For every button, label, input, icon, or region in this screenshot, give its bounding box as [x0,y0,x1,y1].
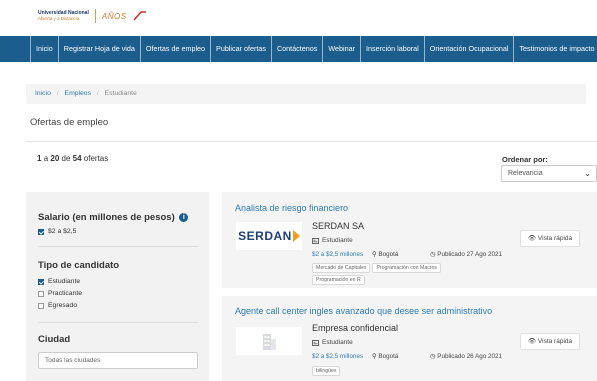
results-from: 1 [37,154,42,163]
sort-label: Ordenar por: [502,155,548,164]
nav-registrar-hoja-de-vida[interactable]: Registrar Hoja de vida [59,36,141,62]
breadcrumb-jobs-link[interactable]: Empleos [65,90,91,97]
job-title-link[interactable]: Analista de riesgo financiero [235,203,348,213]
filters-sidebar: Salario (en millones de pesos) i $2 a $2… [26,192,209,381]
filter-salary-title: Salario (en millones de pesos) i [38,212,189,223]
sort-select[interactable]: Relevancia ⌄ [501,165,597,182]
job-meta: $2 a $2,5 millones ⚲ Bogotá ◷ Publicado … [312,251,502,258]
company-name: SERDAN SA [312,221,365,231]
breadcrumb-current: Estudiante [104,90,137,97]
checkbox-checked-icon[interactable] [38,228,44,235]
nav-inicio[interactable]: Inicio [30,36,59,62]
filter-divider [38,322,198,323]
info-icon[interactable]: i [179,213,189,222]
nav-insercion-laboral[interactable]: Inserción laboral [361,36,425,62]
company-logo[interactable]: SERDAN [236,222,302,250]
results-total: 54 [72,154,82,163]
skill-tag[interactable]: bilingües [312,366,341,376]
job-meta: $2 a $2,5 millones ⚲ Bogotá ◷ Publicado … [312,353,502,360]
job-location: ⚲ Bogotá [372,251,399,258]
nav-webinar[interactable]: Webinar [323,36,361,62]
clock-icon: ◷ [430,251,436,258]
breadcrumb-separator: / [96,90,99,97]
job-tags: bilingües [312,366,487,376]
logo-swoosh-icon [132,11,147,21]
job-salary: $2 a $2,5 millones [312,251,364,258]
serdan-logo-text: SERDAN [238,229,292,243]
skill-tag[interactable]: Programación en R [312,275,365,285]
id-card-icon [312,237,319,244]
checkbox-icon[interactable] [38,290,44,297]
nav-ofertas-de-empleo[interactable]: Ofertas de empleo [141,36,212,62]
job-location: ⚲ Bogotá [372,353,399,360]
location-pin-icon: ⚲ [372,353,377,360]
quick-view-button[interactable]: 👁 Vista rápida [520,333,580,350]
candidate-level: Estudiante [312,237,353,244]
company-logo[interactable] [236,327,302,355]
sort-selected-value: Relevancia [508,170,543,177]
nav-orientacion-ocupacional[interactable]: Orientación Ocupacional [425,36,515,62]
eye-icon: 👁 [527,338,537,345]
serdan-arrow-icon [292,230,300,242]
results-count: 1 a 20 de 54 ofertas [37,154,108,163]
logo-divider [94,9,96,23]
results-to: 20 [50,154,60,163]
logo-line-2: Abierta y a Distancia [38,15,80,21]
results-a-word: a [43,154,49,163]
nav-contactenos[interactable]: Contáctenos [272,36,324,62]
location-pin-icon: ⚲ [372,251,377,258]
skill-tag[interactable]: Programación con Macros [372,263,442,273]
checkbox-checked-icon[interactable] [38,278,44,285]
job-date: ◷ Publicado 27 Ago 2021 [430,251,503,258]
city-input[interactable]: Todas las ciudades [38,352,198,369]
filter-candidate-title: Tipo de candidato [38,260,120,271]
clock-icon: ◷ [430,353,436,360]
quick-view-button[interactable]: 👁 Vista rápida [520,230,580,247]
title-divider [26,141,597,142]
job-card[interactable]: Agente call center ingles avanzado que d… [222,296,597,381]
filter-candidate-estudiante[interactable]: Estudiante [38,278,80,285]
results-de-word: de [61,154,71,163]
breadcrumb: Inicio / Empleos / Estudiante [26,84,586,104]
filter-candidate-egresado[interactable]: Egresado [38,302,77,309]
chevron-down-icon: ⌄ [584,169,591,178]
filter-city-title: Ciudad [38,334,71,345]
filter-candidate-practicante[interactable]: Practicante [38,290,82,297]
filter-divider [38,246,198,247]
building-icon [263,334,276,350]
checkbox-icon[interactable] [38,302,44,309]
skill-tag[interactable]: Mercado de Capitales [312,263,371,273]
results-suffix: ofertas [83,154,109,163]
nav-publicar-ofertas[interactable]: Publicar ofertas [211,36,272,62]
job-tags: Mercado de Capitales Programación con Ma… [312,263,487,285]
logo-anos-text: AÑOS [101,11,127,21]
company-name: Empresa confidencial [312,323,399,333]
job-card[interactable]: Analista de riesgo financiero SERDAN SER… [222,192,597,288]
breadcrumb-home-link[interactable]: Inicio [35,90,51,97]
logo-line-1: Universidad Nacional [38,9,89,16]
filter-salary-option[interactable]: $2 a $2,5 [38,228,76,235]
nav-testimonios[interactable]: Testimonios de impacto [514,36,597,62]
job-salary: $2 a $2,5 millones [312,353,364,360]
breadcrumb-separator: / [56,90,59,97]
eye-icon: 👁 [527,235,537,242]
main-nav: Inicio Registrar Hoja de vida Ofertas de… [0,36,597,62]
site-header: Universidad Nacional Abierta y a Distanc… [0,0,597,36]
job-date: ◷ Publicado 26 Ago 2021 [430,353,503,360]
job-title-link[interactable]: Agente call center ingles avanzado que d… [235,306,492,316]
id-card-icon [312,339,319,346]
university-logo[interactable]: Universidad Nacional Abierta y a Distanc… [38,9,147,23]
candidate-level: Estudiante [312,339,353,346]
page-title: Ofertas de empleo [30,117,109,128]
